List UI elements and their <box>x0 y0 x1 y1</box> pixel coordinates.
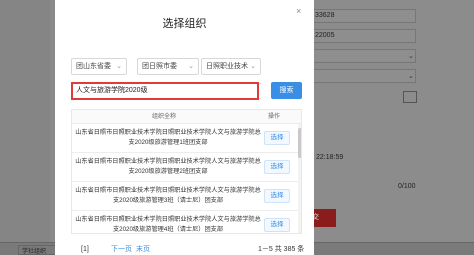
province-select-value: 团山东省委 <box>76 63 111 70</box>
dialog-title: 选择组织 <box>162 18 207 30</box>
background-field-3 <box>306 49 416 63</box>
background-time: 22:18:59 <box>316 154 344 161</box>
column-header-name: 组织全称 <box>152 114 177 120</box>
table-row: 山东省日照市日照职业技术学院日照职业技术学院人文与旅游学院总支2020级旅游管理… <box>72 153 301 182</box>
organization-name: 山东省日照市日照职业技术学院日照职业技术学院人文与旅游学院总支2020级旅游管理… <box>75 187 261 204</box>
organization-table: 组织全称 操作 山东省日照市日照职业技术学院日照职业技术学院人文与旅游学院总支2… <box>71 109 302 234</box>
select-organization-dialog: 选择组织 × 团山东省委 ⌄ 团日照市委 ⌄ 日照职业技术 ⌄ 人文与旅游学院2… <box>55 0 314 255</box>
school-select-value: 日照职业技术 <box>206 63 248 70</box>
chevron-down-icon: ⌄ <box>408 53 414 60</box>
search-input-border <box>259 83 261 99</box>
background-counter: 0/100 <box>398 183 416 190</box>
resize-icon <box>403 91 417 103</box>
table-scrollbar[interactable] <box>298 124 301 233</box>
select-button[interactable]: 选择 <box>264 189 290 203</box>
chevron-down-icon: ⌄ <box>408 73 414 80</box>
last-page-link[interactable]: 末页 <box>136 245 150 255</box>
current-page: [1] <box>81 246 89 253</box>
table-header: 组织全称 操作 <box>72 110 301 124</box>
close-icon[interactable]: × <box>296 6 301 16</box>
school-select[interactable]: 日照职业技术 ⌄ <box>201 58 261 75</box>
background-field-2: 22005 <box>306 29 416 43</box>
next-page-link[interactable]: 下一页 <box>111 245 132 255</box>
select-button[interactable]: 选择 <box>264 160 290 174</box>
pagination-summary: 1－5 共 385 条 <box>258 246 305 253</box>
pagination: [1] 下一页 末页 1－5 共 385 条 <box>55 245 314 255</box>
background-field-4 <box>306 69 416 83</box>
background-bottom-cell: 学社组织 <box>18 245 56 255</box>
background-field-1: 33628 <box>306 9 416 23</box>
city-select-value: 团日照市委 <box>142 63 177 70</box>
province-select[interactable]: 团山东省委 ⌄ <box>71 58 127 75</box>
column-header-action: 操作 <box>268 114 281 120</box>
chevron-down-icon: ⌄ <box>250 63 256 70</box>
organization-name: 山东省日照市日照职业技术学院日照职业技术学院人文与旅游学院总支2020级旅游管理… <box>75 216 261 233</box>
organization-name: 山东省日照市日照职业技术学院日照职业技术学院人文与旅游学院总支2020级旅游管理… <box>75 129 261 146</box>
table-row: 山东省日照市日照职业技术学院日照职业技术学院人文与旅游学院总支2020级旅游管理… <box>72 211 301 233</box>
chevron-down-icon: ⌄ <box>116 63 122 70</box>
table-row: 山东省日照市日照职业技术学院日照职业技术学院人文与旅游学院总支2020级旅游管理… <box>72 124 301 153</box>
chevron-down-icon: ⌄ <box>188 63 194 70</box>
organization-search-input[interactable]: 人文与旅游学院2020级 <box>71 82 259 100</box>
select-button[interactable]: 选择 <box>264 131 290 145</box>
scrollbar-thumb[interactable] <box>298 128 301 158</box>
city-select[interactable]: 团日照市委 ⌄ <box>137 58 199 75</box>
organization-name: 山东省日照市日照职业技术学院日照职业技术学院人文与旅游学院总支2020级旅游管理… <box>75 158 261 175</box>
search-button[interactable]: 搜索 <box>271 82 302 99</box>
background-left-strip <box>0 0 50 255</box>
table-row: 山东省日照市日照职业技术学院日照职业技术学院人文与旅游学院总支2020级旅游管理… <box>72 182 301 211</box>
select-button[interactable]: 选择 <box>264 218 290 232</box>
